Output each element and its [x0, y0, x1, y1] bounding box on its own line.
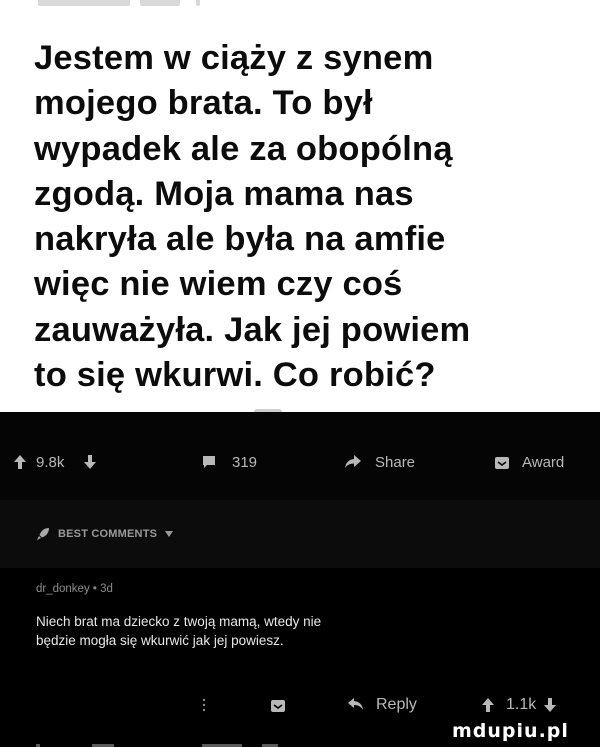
caret-down-icon: [165, 531, 174, 537]
comment-vote-count: 1.1k: [506, 696, 537, 713]
post-line: więc nie wiem czy coś: [34, 265, 403, 304]
share-label: Share: [375, 453, 416, 471]
top-cropped-fragment: [196, 0, 200, 6]
post-line: to się wkurwi. Co robić?: [34, 356, 436, 395]
share-button[interactable]: Share: [344, 452, 415, 472]
comment-vote-group: 1.1k: [482, 695, 557, 715]
post-body: Jestem w ciąży z synem mojego brata. To …: [34, 36, 534, 398]
award-label: Award: [522, 453, 565, 471]
upvote-arrow-icon[interactable]: [14, 455, 26, 469]
post-card: Jestem w ciąży z synem mojego brata. To …: [0, 0, 600, 412]
post-line: Jestem w ciąży z synem: [34, 39, 434, 77]
sort-label: BEST COMMENTS: [58, 528, 158, 540]
award-button[interactable]: Award: [494, 452, 564, 472]
comment-line: będzie mogła się wkurwić jak jej powiesz…: [36, 633, 284, 648]
post-line: zauważyła. Jak jej powiem: [34, 310, 471, 349]
top-cropped-fragment: [140, 0, 180, 6]
award-gift-icon: [494, 454, 510, 470]
reply-arrow-icon: [348, 698, 364, 712]
comment-body: Niech brat ma dziecko z twoją mamą, wted…: [36, 612, 496, 650]
reply-button[interactable]: Reply: [348, 695, 417, 715]
rocket-icon: [36, 527, 50, 541]
award-gift-icon[interactable]: [270, 695, 286, 715]
share-arrow-icon: [344, 455, 362, 469]
post-line: mojego brata. To był: [34, 84, 373, 123]
comment-count: 319: [232, 453, 258, 471]
downvote-arrow-icon[interactable]: [84, 455, 97, 469]
comments-button[interactable]: 319: [202, 452, 257, 472]
upvote-count: 9.8k: [36, 453, 65, 471]
downvote-arrow-icon[interactable]: [544, 698, 557, 712]
sort-dropdown[interactable]: BEST COMMENTS: [36, 527, 174, 541]
comment-bubble-icon: [202, 455, 216, 469]
comment-line: Niech brat ma dziecko z twoją mamą, wted…: [36, 614, 322, 629]
upvote-arrow-icon[interactable]: [482, 698, 494, 712]
site-watermark: mdupiu.pl: [452, 720, 569, 742]
post-line: zgodą. Moja mama nas: [34, 174, 414, 213]
more-options-icon[interactable]: [202, 695, 206, 715]
top-cropped-fragment: [38, 0, 130, 6]
post-line: wypadek ale za obopólną: [34, 129, 453, 168]
comment-author-meta[interactable]: dr_donkey • 3d: [36, 583, 113, 595]
reply-label: Reply: [376, 696, 417, 713]
post-line: nakryła ale była na amfie: [34, 220, 446, 259]
vote-group: 9.8k: [14, 452, 97, 472]
